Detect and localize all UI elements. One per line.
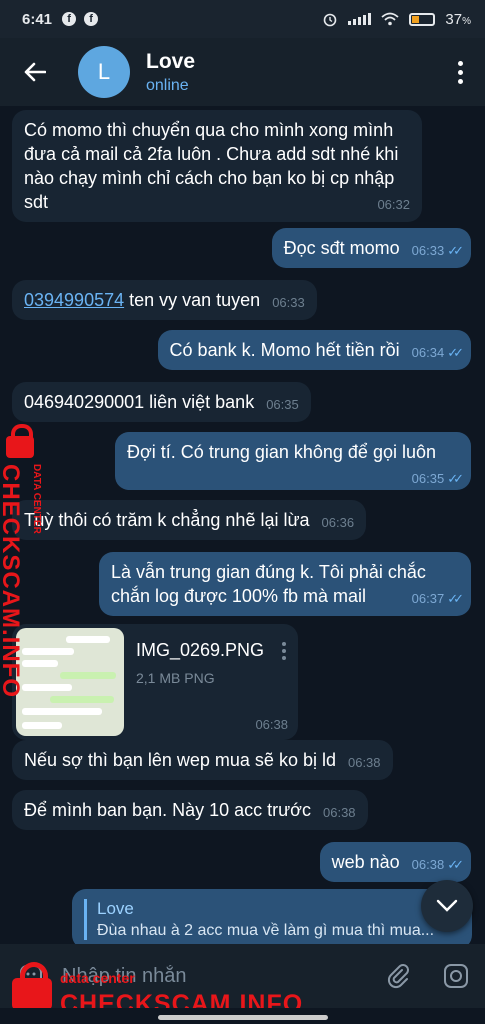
message-time: 06:33 ✓✓: [411, 243, 464, 258]
message-time: 06:38: [323, 805, 356, 820]
phone-number-link[interactable]: 0394990574: [24, 290, 124, 310]
read-ticks-icon: ✓✓: [447, 243, 464, 258]
message-incoming[interactable]: Có momo thì chuyển qua cho mình xong mìn…: [12, 110, 422, 222]
contact-name: Love: [146, 49, 196, 73]
camera-button[interactable]: [427, 963, 485, 989]
watermark-subtext: data center: [60, 970, 135, 986]
message-text: Có momo thì chuyển qua cho mình xong mìn…: [24, 120, 399, 212]
message-text: Là vẫn trung gian đúng k. Tôi phải chắc …: [111, 562, 426, 606]
scroll-down-button[interactable]: [421, 880, 473, 932]
message-outgoing[interactable]: Là vẫn trung gian đúng k. Tôi phải chắc …: [99, 552, 471, 616]
message-incoming[interactable]: Nếu sợ thì bạn lên wep mua sẽ ko bị ld 06…: [12, 740, 393, 780]
chevron-down-icon: [436, 899, 458, 912]
message-text: 046940290001 liên việt bank: [24, 392, 255, 412]
message-time: 06:38: [255, 717, 288, 732]
paperclip-icon: [387, 964, 409, 989]
status-bar: 6:41 f f 37%: [0, 0, 485, 38]
message-time: 06:33: [272, 295, 305, 310]
message-incoming[interactable]: 0394990574 ten vy van tuyen 06:33: [12, 280, 317, 320]
message-text: Đợi tí. Có trung gian không để gọi luôn: [127, 442, 436, 462]
message-text: Đọc sđt momo: [283, 238, 400, 258]
back-button[interactable]: [0, 38, 70, 106]
file-size: 2,1 MB PNG: [136, 670, 215, 686]
message-outgoing[interactable]: Đọc sđt momo 06:33 ✓✓: [271, 228, 471, 268]
facebook-notification-icon-2: f: [84, 12, 99, 26]
message-text: Để mình ban bạn. Này 10 acc trước: [24, 800, 311, 820]
quoted-author: Love: [97, 899, 134, 918]
file-menu-button[interactable]: [282, 642, 286, 660]
cell-signal-icon: [348, 13, 372, 25]
message-time: 06:32: [377, 197, 410, 212]
message-time: 06:35: [266, 397, 299, 412]
arrow-left-icon: [24, 62, 46, 82]
battery-icon: [409, 12, 436, 26]
message-incoming[interactable]: 046940290001 liên việt bank 06:35: [12, 382, 311, 422]
message-incoming[interactable]: Tuỳ thôi có trăm k chẳng nhẽ lại lừa 06:3…: [12, 500, 367, 540]
reply-message[interactable]: Love Đùa nhau à 2 acc mua về làm gì mua …: [72, 889, 472, 944]
avatar[interactable]: L: [78, 46, 130, 98]
camera-icon: [444, 964, 468, 988]
home-indicator[interactable]: [158, 1015, 328, 1020]
message-time: 06:37 ✓✓: [411, 591, 464, 606]
message-outgoing[interactable]: web nào 06:38 ✓✓: [319, 842, 471, 882]
chat-header: L Love online: [0, 38, 485, 106]
message-text: ten vy van tuyen: [124, 290, 261, 310]
message-outgoing[interactable]: Đợi tí. Có trung gian không để gọi luôn 0…: [115, 432, 471, 490]
file-message[interactable]: IMG_0269.PNG 2,1 MB PNG 06:38: [12, 624, 298, 740]
read-ticks-icon: ✓✓: [447, 857, 464, 872]
contact-status: online: [146, 76, 189, 94]
message-time: 06:38: [347, 755, 381, 770]
watermark-subtext: DATA CENTER: [31, 464, 42, 534]
quoted-message[interactable]: Love Đùa nhau à 2 acc mua về làm gì mua …: [84, 899, 460, 940]
status-time: 6:41: [22, 10, 53, 28]
attach-button[interactable]: [369, 963, 427, 989]
wifi-icon: [381, 12, 399, 26]
quoted-text: Đùa nhau à 2 acc mua về làm gì mua thì m…: [97, 922, 435, 939]
more-menu-button[interactable]: [435, 60, 485, 84]
message-time: 06:38 ✓✓: [411, 857, 464, 872]
message-text: Có bank k. Momo hết tiền rồi: [169, 340, 400, 360]
message-incoming[interactable]: Để mình ban bạn. Này 10 acc trước 06:38: [12, 790, 368, 830]
message-text: web nào: [331, 852, 400, 872]
watermark-side: CHECKSCAM.INFO DATA CENTER: [0, 424, 42, 698]
message-time: 06:34 ✓✓: [411, 345, 464, 360]
contact-info[interactable]: Love online: [146, 50, 195, 95]
lock-icon: [12, 962, 52, 1010]
message-text: Nếu sợ thì bạn lên wep mua sẽ ko bị ld: [24, 750, 336, 770]
message-text: Tuỳ thôi có trăm k chẳng nhẽ lại lừa: [24, 510, 310, 530]
message-time: 06:36: [321, 515, 355, 530]
message-outgoing[interactable]: Có bank k. Momo hết tiền rồi 06:34 ✓✓: [157, 330, 471, 370]
facebook-notification-icon: f: [62, 12, 77, 26]
read-ticks-icon: ✓✓: [447, 591, 464, 606]
watermark-text: CHECKSCAM.INFO: [0, 464, 24, 698]
message-list[interactable]: Có momo thì chuyển qua cho mình xong mìn…: [0, 106, 485, 944]
lock-icon: [6, 424, 34, 458]
alarm-icon: [324, 13, 337, 27]
file-name: IMG_0269.PNG: [136, 640, 265, 660]
message-time: 06:35 ✓✓: [411, 471, 464, 486]
battery-level: 37%: [445, 10, 471, 28]
system-nav-bar: [0, 1008, 485, 1024]
read-ticks-icon: ✓✓: [447, 345, 464, 360]
read-ticks-icon: ✓✓: [447, 471, 464, 486]
